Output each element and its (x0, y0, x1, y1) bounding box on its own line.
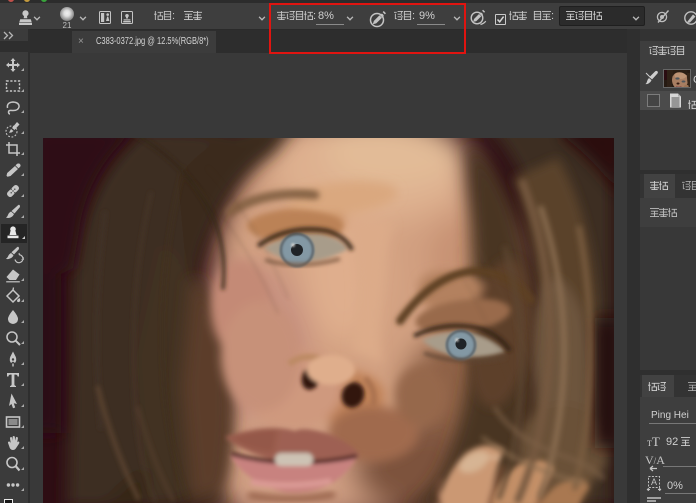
svg-text:A: A (651, 477, 657, 487)
